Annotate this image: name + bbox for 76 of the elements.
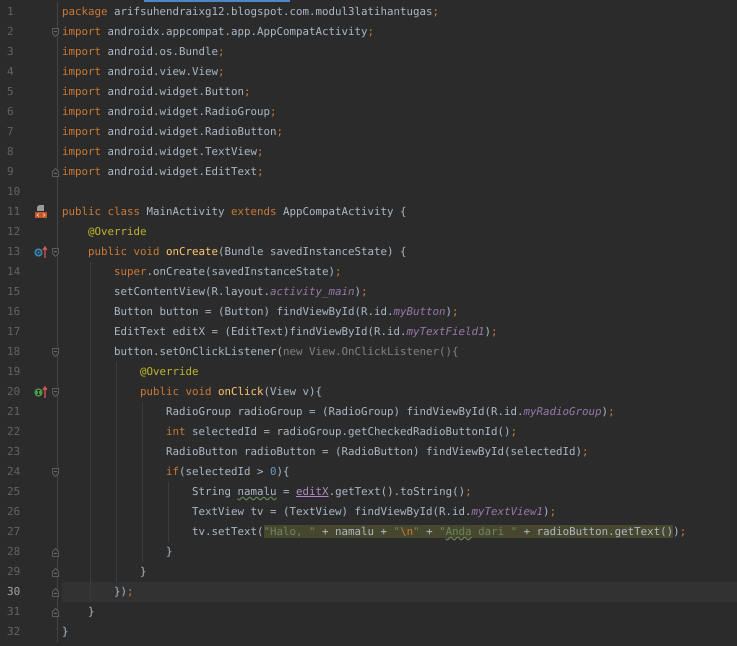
line-number: 30 [6, 584, 22, 600]
line-number: 9 [6, 164, 15, 180]
line-number: 5 [6, 84, 15, 100]
code-line: setContentView(R.layout.activity_main); [113, 285, 368, 298]
fold-marker-icon[interactable] [52, 346, 59, 358]
code-line: int selectedId = radioGroup.getCheckedRadioButtonId(); [165, 425, 518, 438]
code-line: } [87, 605, 95, 618]
line-number: 1 [6, 4, 15, 20]
fold-marker-icon[interactable] [52, 606, 59, 618]
code-line: import android.widget.TextView; [62, 145, 264, 158]
line-number: 2 [6, 24, 15, 40]
code-line: import android.view.View; [62, 65, 225, 78]
line-number: 22 [6, 424, 22, 440]
code-line: TextView tv = (TextView) findViewById(R.id.myTextView1); [191, 505, 556, 518]
code-line: package arifsuhendraixg12.blogspot.com.modul3latihantugas; [62, 5, 440, 18]
code-line: import android.widget.RadioGroup; [62, 105, 277, 118]
line-number: 28 [6, 544, 22, 560]
code-line: import android.widget.RadioButton; [62, 125, 284, 138]
line-number: 11 [6, 204, 22, 220]
fold-marker-icon[interactable] [52, 566, 59, 578]
line-number: 16 [6, 304, 22, 320]
line-number: 4 [6, 64, 15, 80]
layout-file-icon[interactable] [34, 205, 48, 219]
fold-marker-icon[interactable] [52, 26, 59, 38]
code-line: public class MainActivity extends AppCompatActivity { [62, 205, 407, 218]
line-number: 31 [6, 604, 22, 620]
code-line: tv.setText("Halo, " + namalu + "\n" + "Anda dari " + radioButton.getText()); [191, 525, 686, 538]
line-number: 6 [6, 104, 15, 120]
line-number: 8 [6, 144, 15, 160]
code-line: @Override [139, 365, 199, 378]
code-line: } [165, 545, 173, 558]
code-line: import android.widget.EditText; [62, 165, 264, 178]
line-number: 32 [6, 624, 22, 640]
line-number: 12 [6, 224, 22, 240]
code-line: if(selectedId > 0){ [165, 465, 290, 478]
code-line: public void onClick(View v){ [139, 385, 322, 398]
code-line: import androidx.appcompat.app.AppCompatActivity; [62, 25, 374, 38]
line-number: 29 [6, 564, 22, 580]
fold-marker-icon[interactable] [52, 546, 59, 558]
line-number: 14 [6, 264, 22, 280]
code-line: import android.widget.Button; [62, 85, 251, 98]
line-number: 25 [6, 484, 22, 500]
implement-marker-icon[interactable] [34, 386, 47, 398]
line-number: 13 [6, 244, 22, 260]
code-line: @Override [87, 225, 147, 238]
line-number: 20 [6, 384, 22, 400]
line-number: 27 [6, 524, 22, 540]
line-number: 15 [6, 284, 22, 300]
code-line: Button button = (Button) findViewById(R.id.myButton); [113, 305, 459, 318]
line-number: 24 [6, 464, 22, 480]
fold-marker-icon[interactable] [52, 466, 59, 478]
code-line: button.setOnClickListener(new View.OnClickListener(){ [113, 345, 459, 358]
fold-marker-icon[interactable] [52, 246, 59, 258]
line-number: 10 [6, 184, 22, 200]
code-line: EditText editX = (EditText)findViewById(R.id.myTextField1); [113, 325, 498, 338]
line-number: 7 [6, 124, 15, 140]
line-number: 23 [6, 444, 22, 460]
line-number: 21 [6, 404, 22, 420]
code-line: } [62, 625, 69, 638]
code-line: }); [113, 585, 134, 598]
fold-marker-icon[interactable] [52, 586, 59, 598]
code-line: } [139, 565, 147, 578]
code-line: RadioButton radioButton = (RadioButton) findViewById(selectedId); [165, 445, 589, 458]
fold-marker-icon[interactable] [52, 166, 59, 178]
code-line: RadioGroup radioGroup = (RadioGroup) findViewById(R.id.myRadioGroup); [165, 405, 615, 418]
line-number: 17 [6, 324, 22, 340]
fold-marker-icon[interactable] [52, 386, 59, 398]
line-number: 18 [6, 344, 22, 360]
line-number: 19 [6, 364, 22, 380]
code-line: import android.os.Bundle; [62, 45, 225, 58]
code-line: public void onCreate(Bundle savedInstanceState) { [87, 245, 407, 258]
override-marker-icon[interactable] [34, 246, 47, 258]
line-number: 3 [6, 44, 15, 60]
code-line: String namalu = editX.getText().toString(); [191, 485, 472, 498]
line-number: 26 [6, 504, 22, 520]
code-line: super.onCreate(savedInstanceState); [113, 265, 342, 278]
